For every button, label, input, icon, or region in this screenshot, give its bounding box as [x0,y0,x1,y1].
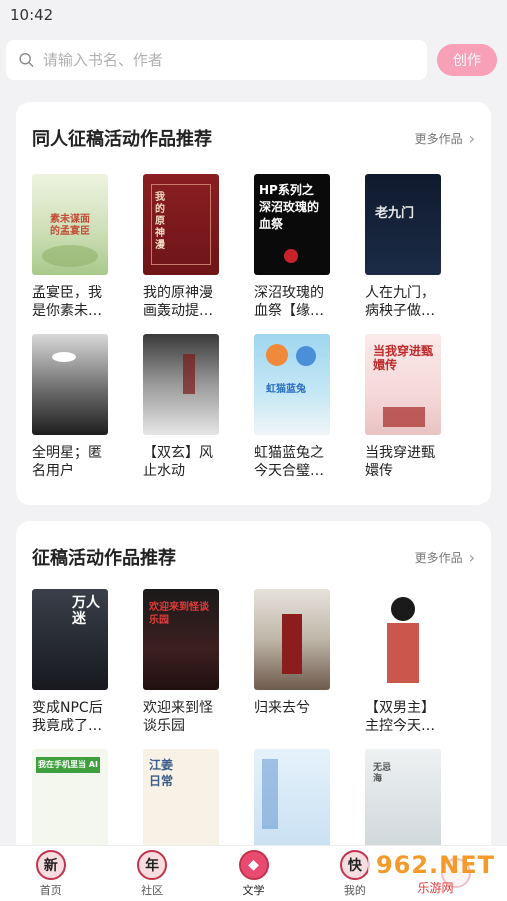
chevron-right-icon: › [468,128,475,148]
book-card[interactable]: HP系列之 深沼玫瑰的血祭 深沼玫瑰的血祭【缘… [254,174,330,320]
more-works-link[interactable]: 更多作品 › [415,548,475,567]
book-cover: 素未谋面的孟宴臣 [32,174,108,275]
book-card[interactable]: 素未谋面的孟宴臣 孟宴臣，我是你素未… [32,174,108,320]
book-cover: 我的原神漫 [143,174,219,275]
section-fan-works: 同人征稿活动作品推荐 更多作品 › 素未谋面的孟宴臣 孟宴臣，我是你素未… 我的… [16,102,491,505]
book-card[interactable]: 我的原神漫 我的原神漫画轰动提… [143,174,219,320]
book-card[interactable]: 当我穿进甄嬛传 当我穿进甄嬛传 [365,334,441,480]
search-icon [19,52,34,68]
book-card[interactable]: 虹猫蓝兔 虹猫蓝兔之今天合璧… [254,334,330,480]
book-card[interactable]: 全明星；匿名用户 [32,334,108,480]
book-card[interactable]: 【双玄】风止水动 [143,334,219,480]
book-title: 【双玄】风止水动 [143,445,213,479]
search-box[interactable] [6,40,427,80]
tab-label: 首页 [39,883,62,897]
section-submission-works: 征稿活动作品推荐 更多作品 › 万人迷 变成NPC后我竟成了… 欢迎来到怪谈乐园… [16,521,491,861]
community-icon: 年 [137,849,168,880]
create-button[interactable]: 创作 [437,44,497,76]
book-cover: 欢迎来到怪谈乐园 [143,589,219,690]
book-title: 变成NPC后我竟成了… [32,700,103,734]
book-title: 归来去兮 [254,700,310,716]
book-cover: 无忌海 [365,749,441,850]
tab-literature[interactable]: ◆ 文学 [203,846,304,901]
book-cover [254,589,330,690]
book-title: 【双男主】主控今天… [365,700,435,734]
book-card[interactable]: 老九门 人在九门，病秧子做… [365,174,441,320]
book-cover: 江姜日常 [143,749,219,850]
book-cover [32,334,108,435]
section-title: 同人征稿活动作品推荐 [32,129,212,150]
status-time: 10:42 [10,6,54,24]
book-title: 人在九门，病秧子做… [365,285,435,319]
book-card[interactable]: 【双男主】主控今天… [365,589,441,735]
book-card[interactable]: 归来去兮 [254,589,330,735]
search-row: 创作 [6,40,497,80]
tab-label: 文学 [242,883,265,897]
book-cover: 虹猫蓝兔 [254,334,330,435]
book-cover [143,334,219,435]
tab-label: 我的 [343,883,366,897]
watermark-logo: 962.NET [375,850,496,879]
book-title: 欢迎来到怪谈乐园 [143,700,213,734]
book-cover [254,749,330,850]
watermark-subtitle: 乐游网 [417,880,454,895]
book-title: 孟宴臣，我是你素未… [32,285,102,319]
book-cover: 万人迷 [32,589,108,690]
book-title: 当我穿进甄嬛传 [365,445,435,479]
status-bar: 10:42 [0,0,507,30]
book-cover: 当我穿进甄嬛传 [365,334,441,435]
tab-label: 社区 [141,883,164,897]
section-title: 征稿活动作品推荐 [32,548,176,569]
book-cover: HP系列之 深沼玫瑰的血祭 [254,174,330,275]
home-icon: 新 [35,849,66,880]
book-title: 全明星；匿名用户 [32,445,102,479]
book-title: 深沼玫瑰的血祭【缘… [254,285,324,319]
search-input[interactable] [42,51,415,69]
literature-icon: ◆ [238,849,269,880]
book-card[interactable]: 欢迎来到怪谈乐园 欢迎来到怪谈乐园 [143,589,219,735]
tab-home[interactable]: 新 首页 [0,846,101,901]
tab-community[interactable]: 年 社区 [101,846,202,901]
book-cover [365,589,441,690]
watermark: 962.NET 乐游网 [368,847,503,899]
book-card[interactable]: 万人迷 变成NPC后我竟成了… [32,589,108,735]
more-works-label: 更多作品 [414,550,463,565]
book-title: 我的原神漫画轰动提… [143,285,213,319]
mine-icon: 快 [339,849,370,880]
more-works-link[interactable]: 更多作品 › [415,129,475,148]
chevron-right-icon: › [468,547,475,567]
book-cover: 老九门 [365,174,441,275]
book-title: 虹猫蓝兔之今天合璧… [254,445,324,479]
more-works-label: 更多作品 [414,131,463,146]
book-cover: 我在手机里当 AI [32,749,108,850]
